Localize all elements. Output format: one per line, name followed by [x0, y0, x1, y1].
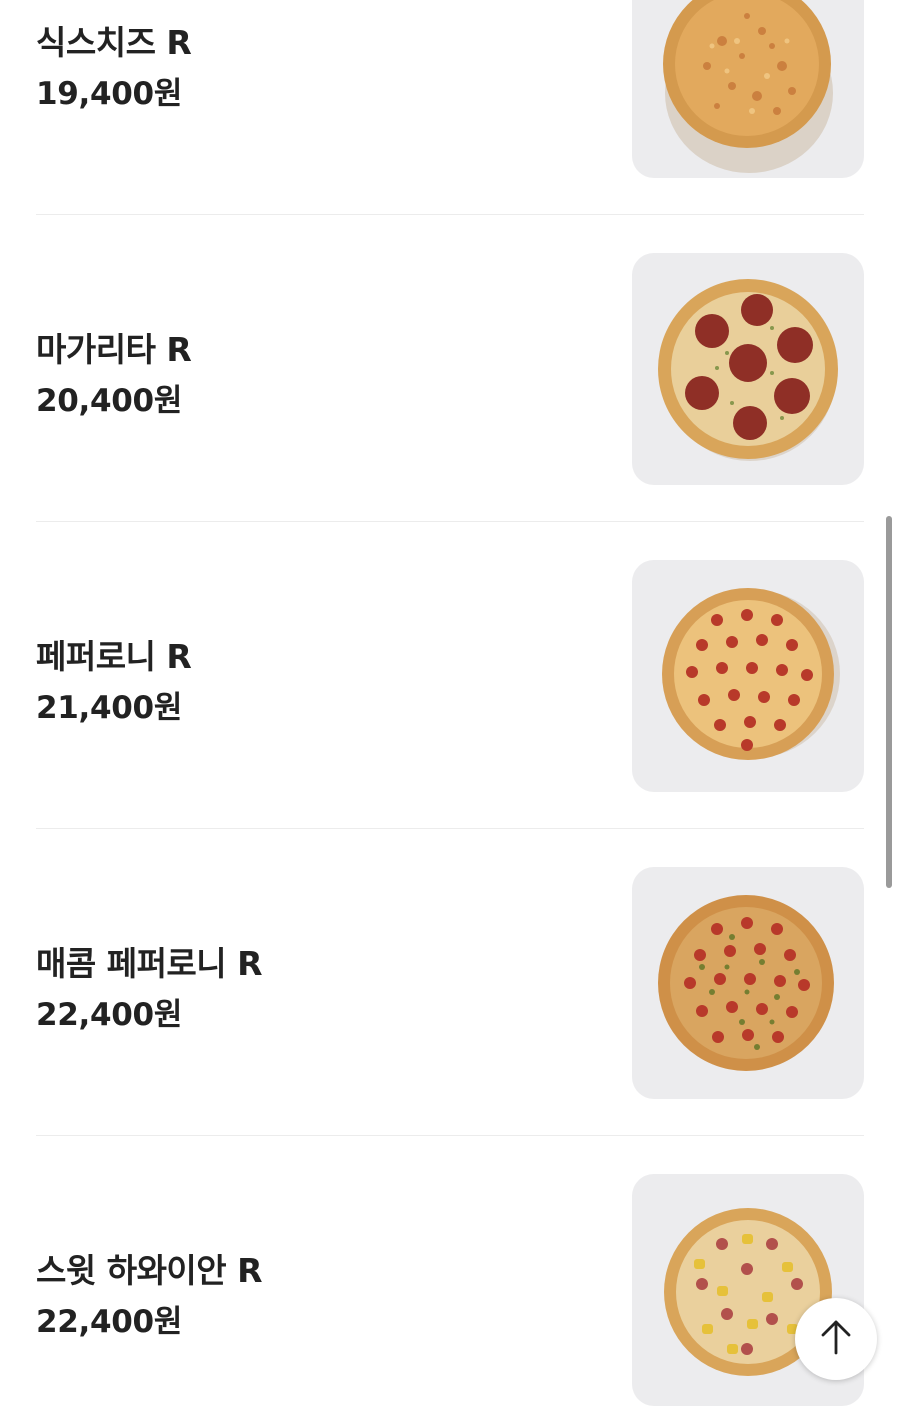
arrow-up-icon: [819, 1318, 853, 1360]
scroll-to-top-button[interactable]: [795, 1298, 877, 1380]
menu-item-price: 20,400원: [36, 383, 183, 419]
divider: [36, 828, 864, 829]
menu-item-name: 스윗 하와이안 R: [36, 1251, 263, 1290]
menu-item-pepperoni[interactable]: 페퍼로니 R 21,400원: [36, 560, 864, 792]
pepperoni-pizza-image: [632, 560, 864, 792]
divider: [36, 521, 864, 522]
margherita-pizza-image: [632, 253, 864, 485]
menu-item-price: 22,400원: [36, 1304, 183, 1340]
menu-item-price: 21,400원: [36, 690, 183, 726]
menu-item-name: 페퍼로니 R: [36, 637, 192, 676]
menu-item-six-cheese[interactable]: 식스치즈 R 19,400원: [36, 0, 864, 178]
scrollbar-thumb[interactable]: [886, 516, 892, 888]
menu-item-name: 식스치즈 R: [36, 23, 192, 62]
menu-item-name: 마가리타 R: [36, 330, 192, 369]
menu-item-price: 22,400원: [36, 997, 183, 1033]
menu-item-price: 19,400원: [36, 76, 183, 112]
menu-item-spicy-pepperoni[interactable]: 매콤 페퍼로니 R 22,400원: [36, 867, 864, 1099]
menu-item-sweet-hawaiian[interactable]: 스윗 하와이안 R 22,400원: [36, 1174, 864, 1406]
menu-item-name: 매콤 페퍼로니 R: [36, 944, 263, 983]
spicy-pepperoni-pizza-image: [632, 867, 864, 1099]
menu-item-margherita[interactable]: 마가리타 R 20,400원: [36, 253, 864, 485]
divider: [36, 214, 864, 215]
six-cheese-pizza-image: [632, 0, 864, 178]
divider: [36, 1135, 864, 1136]
